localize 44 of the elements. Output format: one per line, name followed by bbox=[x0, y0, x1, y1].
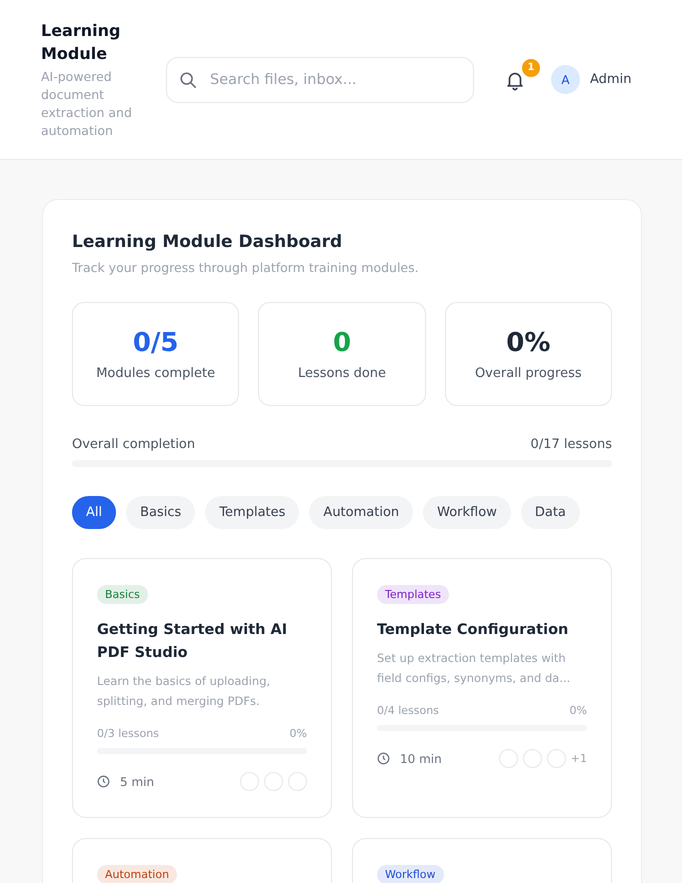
category-tag: Templates bbox=[377, 585, 449, 604]
filter-chip[interactable]: Automation bbox=[309, 496, 414, 529]
stat-value: 0% bbox=[506, 328, 550, 358]
filter-chip[interactable]: Templates bbox=[205, 496, 300, 529]
category-tag: Workflow bbox=[377, 865, 444, 883]
dashboard-title: Learning Module Dashboard bbox=[72, 232, 344, 252]
app-title: Learning Module bbox=[41, 20, 122, 65]
lesson-count: 0/3 lessons bbox=[97, 727, 159, 740]
category-tag: Basics bbox=[97, 585, 148, 604]
module-title: Getting Started with AI PDF Studio bbox=[97, 621, 288, 663]
module-card[interactable]: Automation bbox=[72, 838, 332, 883]
module-card[interactable]: Templates Template Configuration Set up extraction templates with field configs, synonyms, and da... 0/4 lessons 0% 10 min +1 bbox=[352, 558, 612, 818]
user-name: Admin bbox=[590, 72, 632, 87]
search-icon bbox=[179, 70, 197, 88]
module-description: Learn the basics of uploading, splitting, and merging PDFs. bbox=[97, 673, 272, 710]
filter-chip[interactable]: Workflow bbox=[423, 496, 511, 529]
module-title: Template Configuration bbox=[377, 621, 570, 640]
module-card[interactable]: Basics Getting Started with AI PDF Studio Learn the basics of uploading, splitting, and merging PDFs. 0/3 lessons 0% 5 min bbox=[72, 558, 332, 818]
filter-chip[interactable]: Basics bbox=[126, 496, 196, 529]
duration-text: 5 min bbox=[120, 774, 154, 788]
stat-value: 0 bbox=[332, 328, 352, 358]
category-tag: Automation bbox=[97, 865, 178, 883]
filter-chip[interactable]: All bbox=[72, 496, 116, 529]
module-percent: 0% bbox=[570, 704, 587, 717]
completion-reading: 0/17 lessons bbox=[530, 437, 612, 452]
dashboard-subtitle: Track your progress through platform training modules. bbox=[72, 260, 420, 275]
clock-icon bbox=[377, 752, 390, 765]
module-card[interactable]: Workflow bbox=[352, 838, 612, 883]
app-subtitle: AI-powered document extraction and automation bbox=[41, 68, 133, 140]
module-description: Set up extraction templates with field configs, synonyms, and da... bbox=[377, 650, 572, 687]
duration-text: 10 min bbox=[400, 752, 442, 766]
stat-label: Lessons done bbox=[298, 366, 386, 380]
module-percent: 0% bbox=[290, 727, 307, 740]
filter-chip[interactable]: Data bbox=[520, 496, 580, 529]
completion-label: Overall completion bbox=[72, 437, 196, 452]
search-field[interactable]: Search files, inbox... bbox=[166, 56, 474, 102]
more-lessons-count: +1 bbox=[570, 752, 587, 765]
stat-label: Modules complete bbox=[96, 366, 216, 380]
stat-label: Overall progress bbox=[474, 366, 582, 380]
user-avatar[interactable]: A bbox=[551, 65, 580, 94]
clock-icon bbox=[97, 775, 110, 788]
stat-value: 0/5 bbox=[132, 328, 178, 358]
lesson-count: 0/4 lessons bbox=[377, 704, 439, 717]
notification-badge: 1 bbox=[522, 58, 540, 76]
